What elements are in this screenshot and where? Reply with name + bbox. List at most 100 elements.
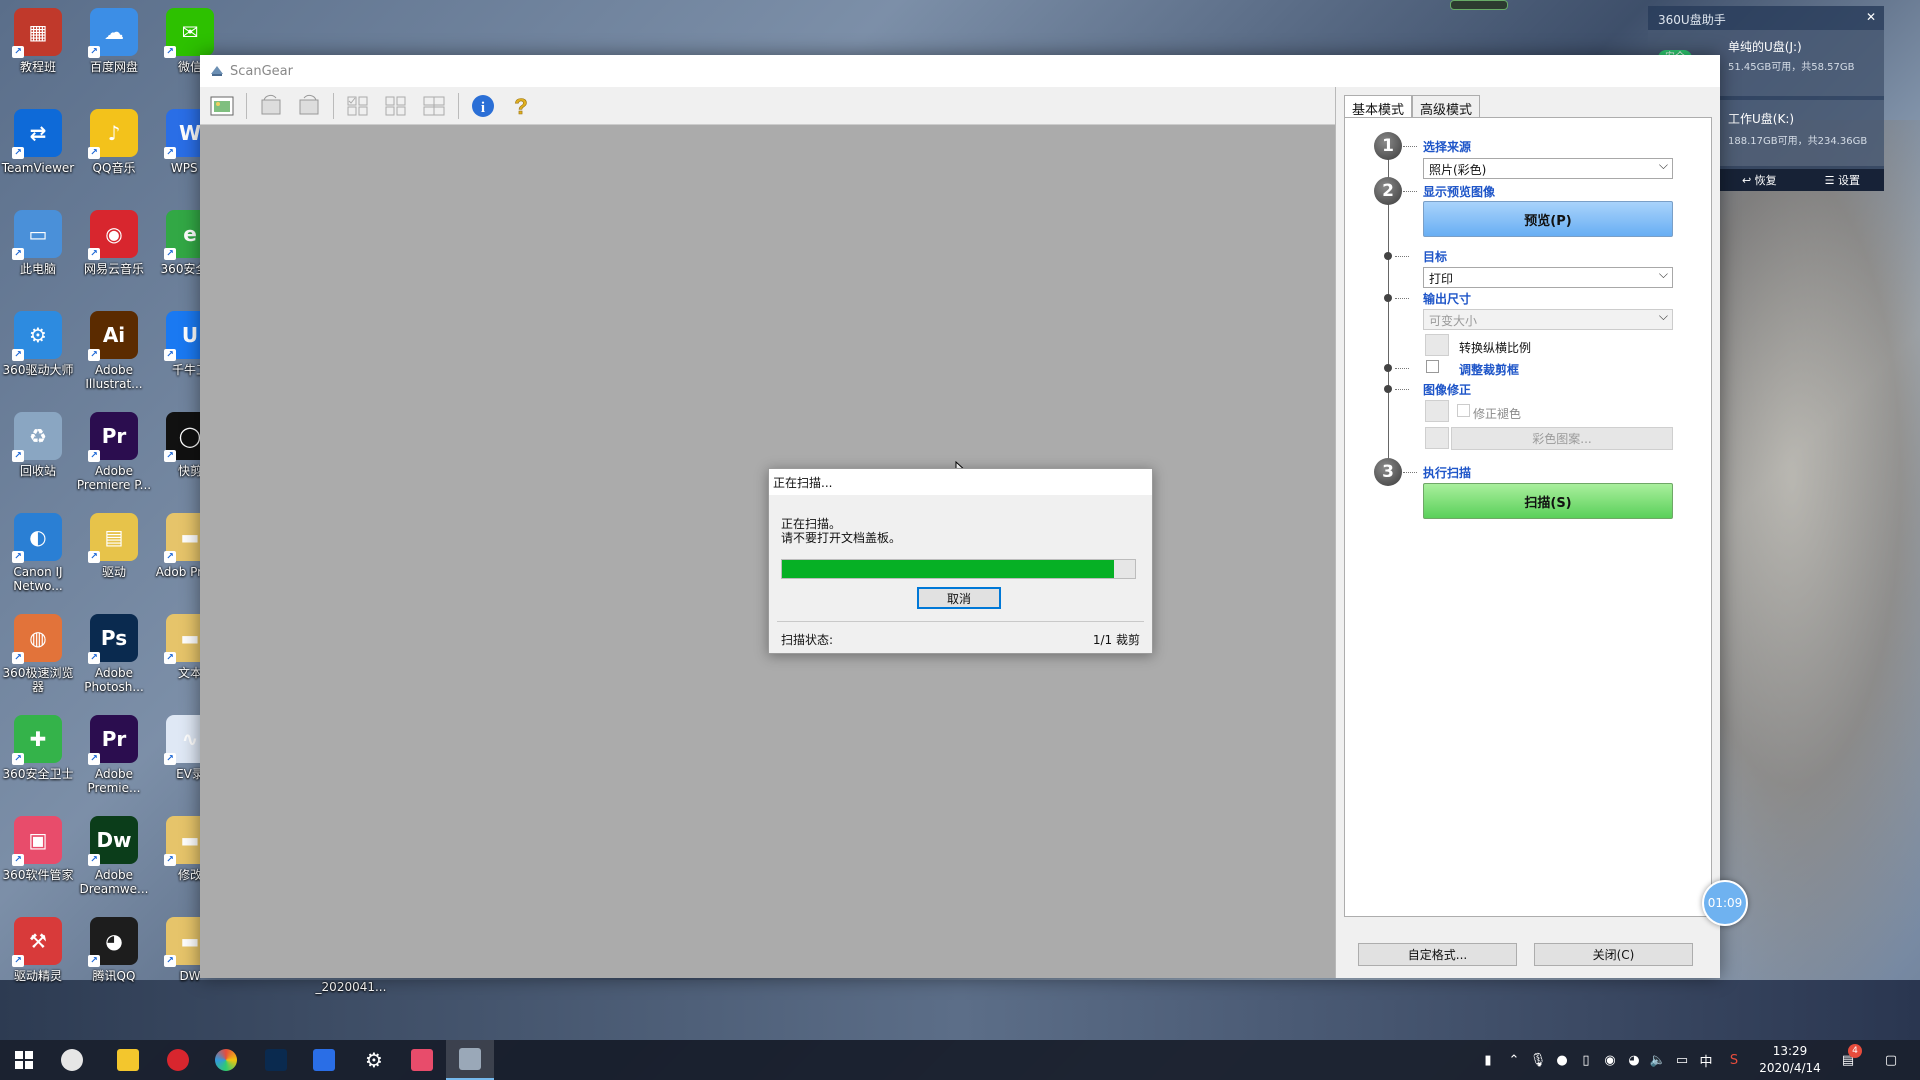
chat-tray-icon[interactable]: ◉	[1600, 1040, 1620, 1080]
help-button[interactable]: ?	[505, 91, 537, 121]
desktop-icon[interactable]: ◕ 腾讯QQ	[76, 917, 152, 983]
toolbar-separator	[246, 92, 247, 119]
desktop-icon-label[interactable]: _2020041...	[306, 980, 396, 994]
swap-aspect-button[interactable]	[1425, 334, 1449, 356]
usb-widget-close-button[interactable]: ✕	[1866, 10, 1876, 24]
destination-select[interactable]: 打印	[1423, 267, 1673, 288]
desktop-app-icon: ⇄	[12, 109, 62, 159]
desktop-icon-label: Adobe Photosh...	[84, 666, 144, 694]
network-icon[interactable]: ▭	[1672, 1040, 1692, 1080]
taskbar-app[interactable]	[48, 1040, 96, 1080]
taskbar: ⚙ ▮ ⌃ 🎙 ● ▯ ◉ ◕ 🔈 ▭ 中 S 13:29 2020/4/14 …	[0, 1040, 1920, 1080]
desktop-icon[interactable]: ▦ 教程班	[0, 8, 76, 74]
select-all-icon	[347, 96, 368, 115]
chevron-up-icon[interactable]: ⌃	[1504, 1040, 1524, 1080]
taskbar-app[interactable]	[398, 1040, 446, 1080]
scan-progress-fill	[782, 560, 1114, 578]
info-button[interactable]: i	[467, 91, 499, 121]
fix-fade-checkbox[interactable]	[1457, 404, 1470, 417]
desktop-icon[interactable]: DwAdobe Dreamwe...	[76, 816, 152, 896]
wechat-tray-icon[interactable]: ●	[1552, 1040, 1572, 1080]
desktop-icon-label: 360软件管家	[2, 868, 74, 882]
thumbnail-button[interactable]	[206, 91, 238, 121]
output-size-select[interactable]: 可变大小	[1423, 309, 1673, 330]
usb-tray-icon[interactable]: ▯	[1576, 1040, 1596, 1080]
taskbar-app[interactable]	[300, 1040, 348, 1080]
taskbar-clock[interactable]: 13:29 2020/4/14	[1752, 1043, 1828, 1077]
qq-tray-icon[interactable]: ◕	[1624, 1040, 1644, 1080]
source-select[interactable]: 照片(彩色)	[1423, 158, 1673, 179]
desktop-icon[interactable]: ⚙ 360驱动大师	[0, 311, 76, 377]
rotate-left-button[interactable]	[255, 91, 287, 121]
adjust-crop-checkbox[interactable]	[1426, 360, 1439, 373]
desktop-icon[interactable]: AiAdobe Illustrat...	[76, 311, 152, 391]
desktop-app-icon: ☁	[88, 8, 138, 58]
ime-indicator[interactable]: 中	[1696, 1040, 1716, 1080]
usb-action-restore[interactable]: ↩ 恢复	[1742, 172, 1777, 188]
desktop-icon[interactable]: ▣ 360软件管家	[0, 816, 76, 882]
sogou-ime-icon[interactable]: S	[1724, 1040, 1744, 1080]
recording-timer[interactable]: 01:09	[1702, 880, 1748, 926]
desktop-icon[interactable]: ◉ 网易云音乐	[76, 210, 152, 276]
custom-format-button[interactable]: 自定格式...	[1358, 943, 1517, 966]
taskbar-app[interactable]	[252, 1040, 300, 1080]
desktop-icon-label: 驱动精灵	[13, 969, 62, 983]
taskbar-app-scangear[interactable]	[446, 1040, 494, 1080]
step-dash	[1395, 298, 1409, 299]
desktop-app-icon: ◉	[88, 210, 138, 260]
crop-frame-button[interactable]	[380, 91, 412, 121]
start-button[interactable]	[0, 1040, 48, 1080]
desktop-icon-label: Adobe Dreamwe...	[79, 868, 149, 896]
desktop-icon[interactable]: ◐Canon IJ Netwo...	[0, 513, 76, 593]
cancel-scan-button[interactable]: 取消	[917, 587, 1001, 609]
desktop-icon[interactable]: PsAdobe Photosh...	[76, 614, 152, 694]
usb-drive1-info: 51.45GB可用，共58.57GB	[1728, 62, 1855, 73]
desktop-app-icon: ◍	[12, 614, 62, 664]
desktop-icon-label: Canon IJ Netwo...	[13, 565, 63, 593]
desktop-app-icon: Pr	[88, 412, 138, 462]
toolbar-separator	[333, 92, 334, 119]
desktop-app-icon: ▤	[88, 513, 138, 563]
desktop-icon[interactable]: ☁ 百度网盘	[76, 8, 152, 74]
desktop-icon[interactable]: ⇄ TeamViewer	[0, 109, 76, 175]
desktop-app-icon: ♻	[12, 412, 62, 462]
notification-badge: 4	[1848, 1044, 1862, 1058]
step-dash	[1403, 472, 1417, 473]
taskbar-app[interactable]: ⚙	[350, 1040, 398, 1080]
select-all-button[interactable]	[342, 91, 374, 121]
desktop-icon[interactable]: ♻ 回收站	[0, 412, 76, 478]
desktop-app-icon: ⚒	[12, 917, 62, 967]
desktop-icon[interactable]: ⚒ 驱动精灵	[0, 917, 76, 983]
info-icon: i	[472, 94, 494, 117]
desktop-icon[interactable]: ◍360极速浏览器	[0, 614, 76, 694]
rotate-right-button[interactable]	[293, 91, 325, 121]
select-source-label: 选择来源	[1423, 140, 1472, 154]
desktop-icon[interactable]: ✚ 360安全卫士	[0, 715, 76, 781]
step-dash	[1395, 389, 1409, 390]
taskbar-app[interactable]	[154, 1040, 202, 1080]
action-center-icon[interactable]: ▢	[1876, 1040, 1906, 1080]
usb-action-settings[interactable]: ☰ 设置	[1825, 172, 1860, 188]
desktop-app-icon: ✉	[164, 8, 214, 58]
desktop-app-icon: Ps	[88, 614, 138, 664]
battery-tray-icon[interactable]: ▮	[1478, 1040, 1498, 1080]
multi-crop-button[interactable]	[418, 91, 450, 121]
usb-drive1-name: 单纯的U盘(J:)	[1728, 40, 1802, 54]
taskbar-app[interactable]	[202, 1040, 250, 1080]
desktop-icon[interactable]: ♪ QQ音乐	[76, 109, 152, 175]
taskbar-app[interactable]	[104, 1040, 152, 1080]
scan-button[interactable]: 扫描(S)	[1423, 483, 1673, 519]
microphone-icon[interactable]: 🎙	[1528, 1040, 1548, 1080]
volume-icon[interactable]: 🔈	[1648, 1040, 1668, 1080]
desktop-icon[interactable]: PrAdobe Premiere P...	[76, 412, 152, 492]
adjust-crop-label: 调整裁剪框	[1459, 363, 1520, 377]
scan-status-label: 扫描状态:	[781, 633, 834, 647]
desktop-icon[interactable]: ▤ 驱动	[76, 513, 152, 579]
desktop-icon[interactable]: ▭ 此电脑	[0, 210, 76, 276]
close-button[interactable]: 关闭(C)	[1534, 943, 1693, 966]
help-icon: ?	[514, 93, 528, 118]
desktop-app-icon: ▣	[12, 816, 62, 866]
desktop-icon[interactable]: PrAdobe Premie...	[76, 715, 152, 795]
color-pattern-button[interactable]: 彩色图案...	[1451, 427, 1673, 450]
preview-button[interactable]: 预览(P)	[1423, 201, 1673, 237]
